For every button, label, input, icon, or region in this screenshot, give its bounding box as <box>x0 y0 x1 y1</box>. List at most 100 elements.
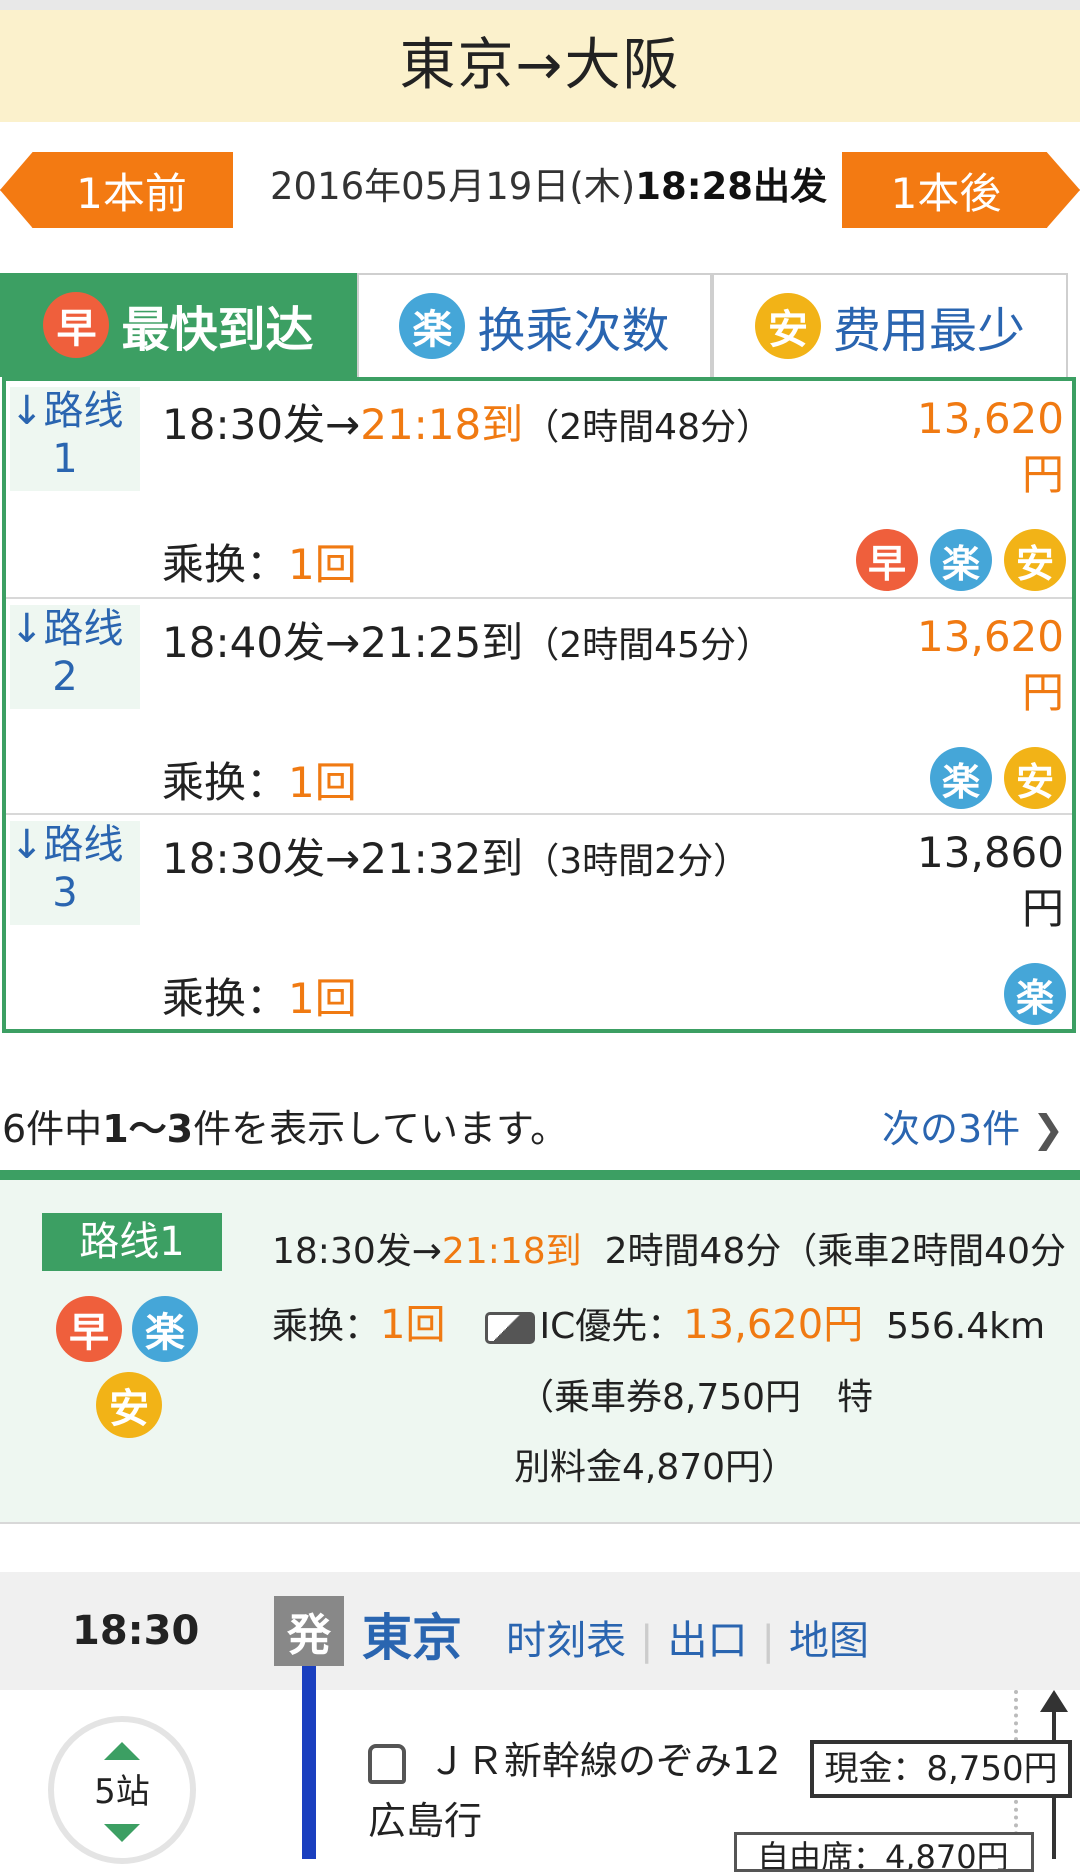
down-arrow-icon: ↓ <box>10 606 44 652</box>
route-price: 13,620 円 <box>874 391 1064 503</box>
easy-badge-icon: 楽 <box>930 529 992 591</box>
fare-breakdown-2: 別料金4,870円） <box>514 1447 798 1488</box>
count-prefix: 6件中 <box>2 1107 103 1151</box>
link-divider: | <box>640 1618 654 1664</box>
count-range: 1～3 <box>102 1107 194 1151</box>
detail-arrive: 21:18到 <box>441 1231 582 1272</box>
route-label[interactable]: ↓路线 2 <box>10 605 140 709</box>
arrive-time: 21:32到 <box>360 834 524 883</box>
route-times: 18:30发→21:18到（2時間48分） <box>162 391 772 452</box>
detail-fare-row: 乘换：1回 IC優先：13,620円 556.4km <box>272 1292 1045 1350</box>
tab-fewest-transfers[interactable]: 楽 换乘次数 <box>357 273 712 377</box>
route-list: ↓路线 1 18:30发→21:18到（2時間48分） 13,620 円 乘换：1回… <box>2 377 1076 1033</box>
route-badges: 楽 <box>992 963 1066 1025</box>
route-times: 18:40发→21:25到（2時間45分） <box>162 609 772 670</box>
tab-label: 换乘次数 <box>477 303 670 359</box>
route-label[interactable]: ↓路线 1 <box>10 387 140 491</box>
station-links: 时刻表 | 出口 | 地图 <box>506 1608 869 1666</box>
next-results-label: 次の3件 <box>882 1107 1021 1151</box>
transfer-count: 1回 <box>288 758 357 807</box>
transfer-info: 乘换：1回 <box>162 749 357 810</box>
up-arrow-icon[interactable] <box>1040 1690 1068 1712</box>
link-divider: | <box>761 1618 775 1664</box>
cheap-badge-icon: 安 <box>754 293 821 359</box>
top-edge <box>0 0 1080 10</box>
depart-time: 18:40发→ <box>162 618 361 667</box>
transfer-info: 乘换：1回 <box>162 965 357 1026</box>
departure-time: 18:28出发 <box>635 165 827 208</box>
detail-depart: 18:30发→ <box>272 1231 442 1272</box>
cash-fare-box: 現金：8,750円 <box>810 1740 1072 1798</box>
detail-distance: 556.4km <box>886 1306 1046 1347</box>
train-info: ＪＲ新幹線のぞみ12 <box>368 1730 780 1785</box>
route-price: 13,620 円 <box>874 609 1064 721</box>
detail-transfer-label: 乘换： <box>272 1306 381 1347</box>
depart-time: 18:30发→ <box>162 400 361 449</box>
route-badges: 早 楽 安 <box>844 529 1066 591</box>
duration: （2時間45分） <box>523 625 772 666</box>
cheap-badge-icon: 安 <box>96 1372 162 1438</box>
route-label-text: 路线 <box>43 606 124 652</box>
price-value: 13,620 <box>917 394 1064 443</box>
fast-badge-icon: 早 <box>856 529 918 591</box>
ic-card-icon <box>485 1312 536 1344</box>
exit-link[interactable]: 出口 <box>667 1618 747 1664</box>
detail-fare: 13,620円 <box>683 1302 864 1348</box>
tab-cheapest[interactable]: 安 费用最少 <box>712 273 1068 377</box>
duration: （2時間48分） <box>523 407 772 448</box>
price-value: 13,620 <box>917 612 1064 661</box>
chevron-down-icon <box>104 1824 140 1842</box>
detail-transfer-count: 1回 <box>380 1302 446 1348</box>
transfer-count: 1回 <box>288 540 357 589</box>
route-label[interactable]: ↓路线 3 <box>10 821 140 925</box>
easy-badge-icon: 楽 <box>399 293 466 359</box>
route-label-text: 路线 <box>43 388 124 434</box>
fare-breakdown-1: （乗車券8,750円 特 <box>518 1377 874 1418</box>
timetable-link[interactable]: 时刻表 <box>506 1618 626 1664</box>
departure-date: 2016年05月19日(木) <box>270 165 636 208</box>
tab-fastest[interactable]: 早 最快到达 <box>0 273 357 377</box>
ic-label: IC優先： <box>539 1306 684 1347</box>
route-number: 2 <box>52 654 78 700</box>
route-number: 3 <box>52 870 78 916</box>
cheap-badge-icon: 安 <box>1004 529 1066 591</box>
next-results-link[interactable]: 次の3件 ❯ <box>882 1098 1064 1153</box>
next-train-button[interactable]: 1本後 <box>842 152 1080 228</box>
easy-badge-icon: 楽 <box>930 747 992 809</box>
arrive-time: 21:18到 <box>360 400 524 449</box>
departure-datetime: 2016年05月19日(木)18:28出发 <box>270 156 827 210</box>
easy-badge-icon: 楽 <box>132 1296 198 1362</box>
station-time: 18:30 <box>72 1608 200 1654</box>
page-title: 東京→大阪 <box>399 33 681 98</box>
fast-badge-icon: 早 <box>43 292 110 358</box>
duration: （3時間2分） <box>523 841 750 882</box>
transfer-label: 乘换： <box>162 974 289 1023</box>
section-divider <box>0 1170 1080 1180</box>
fast-badge-icon: 早 <box>56 1296 122 1362</box>
detail-route-label: 路线1 <box>42 1213 222 1271</box>
detail-duration: 2時間48分（乘車2時間40分 <box>604 1231 1066 1272</box>
route-header: 東京→大阪 <box>0 10 1080 122</box>
depart-marker: 発 <box>274 1596 344 1666</box>
transfer-count: 1回 <box>288 974 357 1023</box>
down-arrow-icon: ↓ <box>10 388 44 434</box>
stops-count: 5站 <box>94 1772 150 1812</box>
station-name[interactable]: 東京 <box>362 1598 462 1670</box>
cheap-badge-icon: 安 <box>1004 747 1066 809</box>
route-number: 1 <box>52 436 78 482</box>
route-item-2[interactable]: ↓路线 2 18:40发→21:25到（2時間45分） 13,620 円 乘换：1回… <box>6 597 1072 815</box>
route-times: 18:30发→21:32到（3時間2分） <box>162 825 749 886</box>
transfer-label: 乘换： <box>162 540 289 589</box>
detail-times: 18:30发→21:18到 2時間48分（乘車2時間40分 <box>272 1222 1066 1274</box>
route-item-1[interactable]: ↓路线 1 18:30发→21:18到（2時間48分） 13,620 円 乘换：1回… <box>6 381 1072 597</box>
train-name: ＪＲ新幹線のぞみ12 <box>428 1739 781 1783</box>
map-link[interactable]: 地图 <box>789 1618 869 1664</box>
transfer-label: 乘换： <box>162 758 289 807</box>
route-item-3[interactable]: ↓路线 3 18:30发→21:32到（3時間2分） 13,860 円 乘换：1回 … <box>6 813 1072 1031</box>
count-suffix: 件を表示しています。 <box>193 1107 569 1151</box>
transfer-info: 乘换：1回 <box>162 531 357 592</box>
chevron-up-icon <box>104 1742 140 1760</box>
prev-train-button[interactable]: 1本前 <box>0 152 233 228</box>
route-label-text: 路线 <box>43 822 124 868</box>
price-unit: 円 <box>1021 668 1064 717</box>
